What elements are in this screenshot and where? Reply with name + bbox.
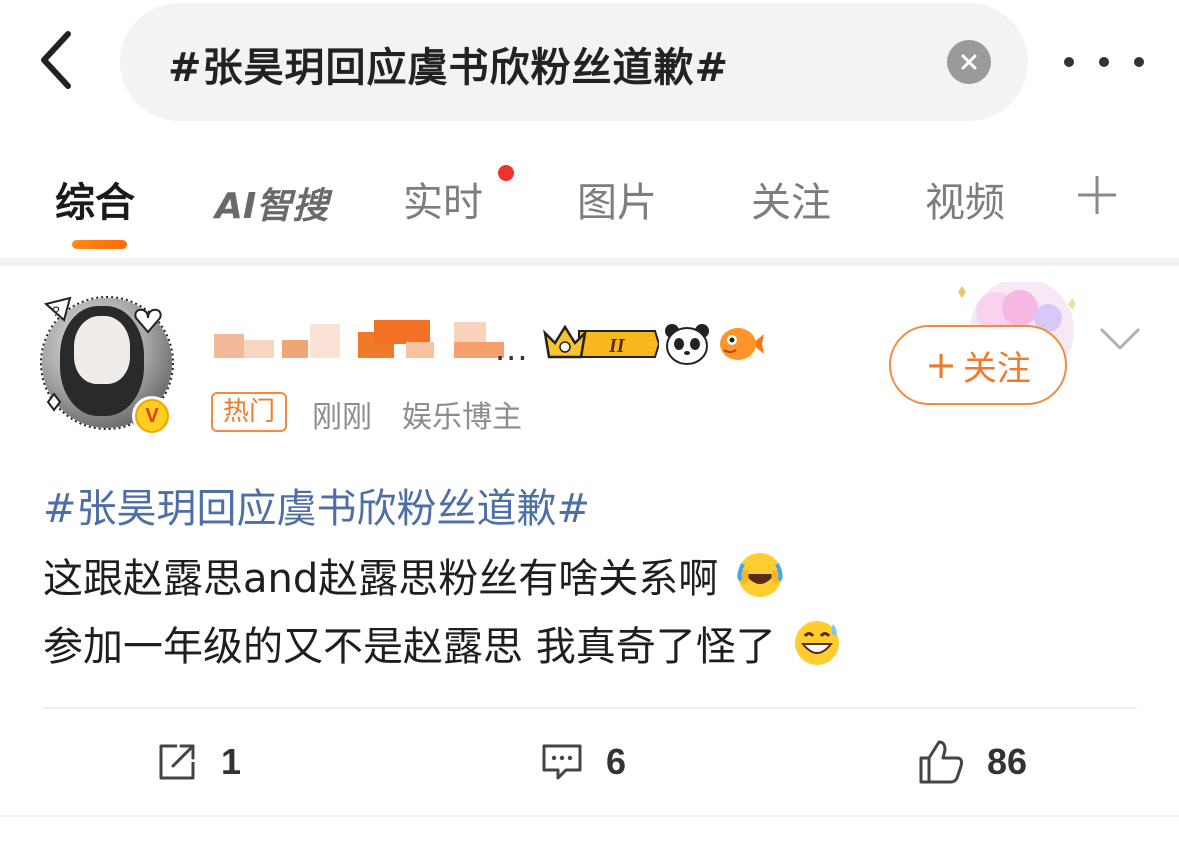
active-tab-indicator (72, 240, 127, 249)
more-options-button[interactable] (1064, 40, 1144, 84)
svg-text:?: ? (52, 303, 60, 319)
search-query[interactable]: #张昊玥回应虞书欣粉丝道歉# (168, 35, 729, 93)
comment-icon (542, 744, 582, 780)
crown-level-badge-icon: II (543, 324, 659, 359)
more-dot-icon (1064, 57, 1074, 67)
post-text: 这跟赵露思and赵露思粉丝有啥关系啊 (43, 556, 719, 602)
tab-following[interactable]: 关注 (751, 170, 831, 228)
fish-icon (720, 328, 764, 360)
hot-tag-badge: 热门 (211, 392, 288, 432)
username-pixelated[interactable] (210, 318, 530, 366)
repost-icon (159, 744, 195, 780)
like-count: 86 (987, 741, 1028, 782)
avatar[interactable]: ? V (40, 296, 174, 436)
search-box[interactable]: #张昊玥回应虞书欣粉丝道歉# (120, 3, 1028, 121)
author-role: 娱乐博主 (402, 400, 522, 435)
more-dot-icon (1134, 57, 1144, 67)
plus-icon: + (925, 343, 957, 387)
back-arrow-icon (41, 31, 71, 89)
back-button[interactable] (28, 28, 84, 92)
post-hashtag-link[interactable]: #张昊玥回应虞书欣粉丝道歉# (43, 476, 590, 534)
tab-videos[interactable]: 视频 (925, 170, 1005, 228)
bottom-divider (0, 815, 1179, 817)
sweat-smile-emoji-icon (795, 621, 840, 665)
tab-bar: 综合 AI智搜 实时 图片 关注 视频 (0, 150, 1179, 250)
crown-level-label: II (608, 335, 626, 357)
more-dot-icon (1099, 57, 1109, 67)
post-text-line-2: 参加一年级的又不是赵露思 我真奇了怪了 (43, 614, 842, 672)
top-bar: #张昊玥回应虞书欣粉丝道歉# (0, 0, 1179, 125)
action-divider (42, 707, 1137, 709)
panda-icon (665, 324, 709, 365)
notification-dot (498, 165, 514, 181)
post-text-line-1: 这跟赵露思and赵露思粉丝有啥关系啊 (43, 546, 785, 604)
post-text: 参加一年级的又不是赵露思 我真奇了怪了 (43, 624, 776, 670)
laugh-cry-emoji-icon (737, 553, 783, 597)
comment-button[interactable]: 6 (540, 736, 626, 788)
tab-comprehensive[interactable]: 综合 (55, 170, 135, 228)
section-divider (0, 258, 1179, 266)
repost-count: 1 (221, 741, 242, 782)
follow-button[interactable]: + 关注 (889, 325, 1067, 405)
close-icon (961, 54, 977, 70)
comment-count: 6 (606, 741, 627, 782)
verified-badge-icon: V (132, 396, 172, 436)
tab-realtime[interactable]: 实时 (403, 170, 483, 228)
thumbs-up-icon (919, 740, 963, 784)
like-button[interactable]: 86 (917, 736, 1027, 788)
plus-icon[interactable] (1076, 174, 1118, 216)
tab-images[interactable]: 图片 (577, 170, 657, 228)
repost-button[interactable]: 1 (155, 736, 241, 788)
post-time: 刚刚 (312, 400, 372, 435)
username-ellipsis: ... (495, 330, 529, 368)
clear-search-button[interactable] (947, 40, 991, 84)
chevron-down-icon[interactable] (1098, 326, 1142, 352)
tab-ai-search[interactable]: AI智搜 (215, 177, 328, 229)
follow-label: 关注 (962, 348, 1031, 389)
